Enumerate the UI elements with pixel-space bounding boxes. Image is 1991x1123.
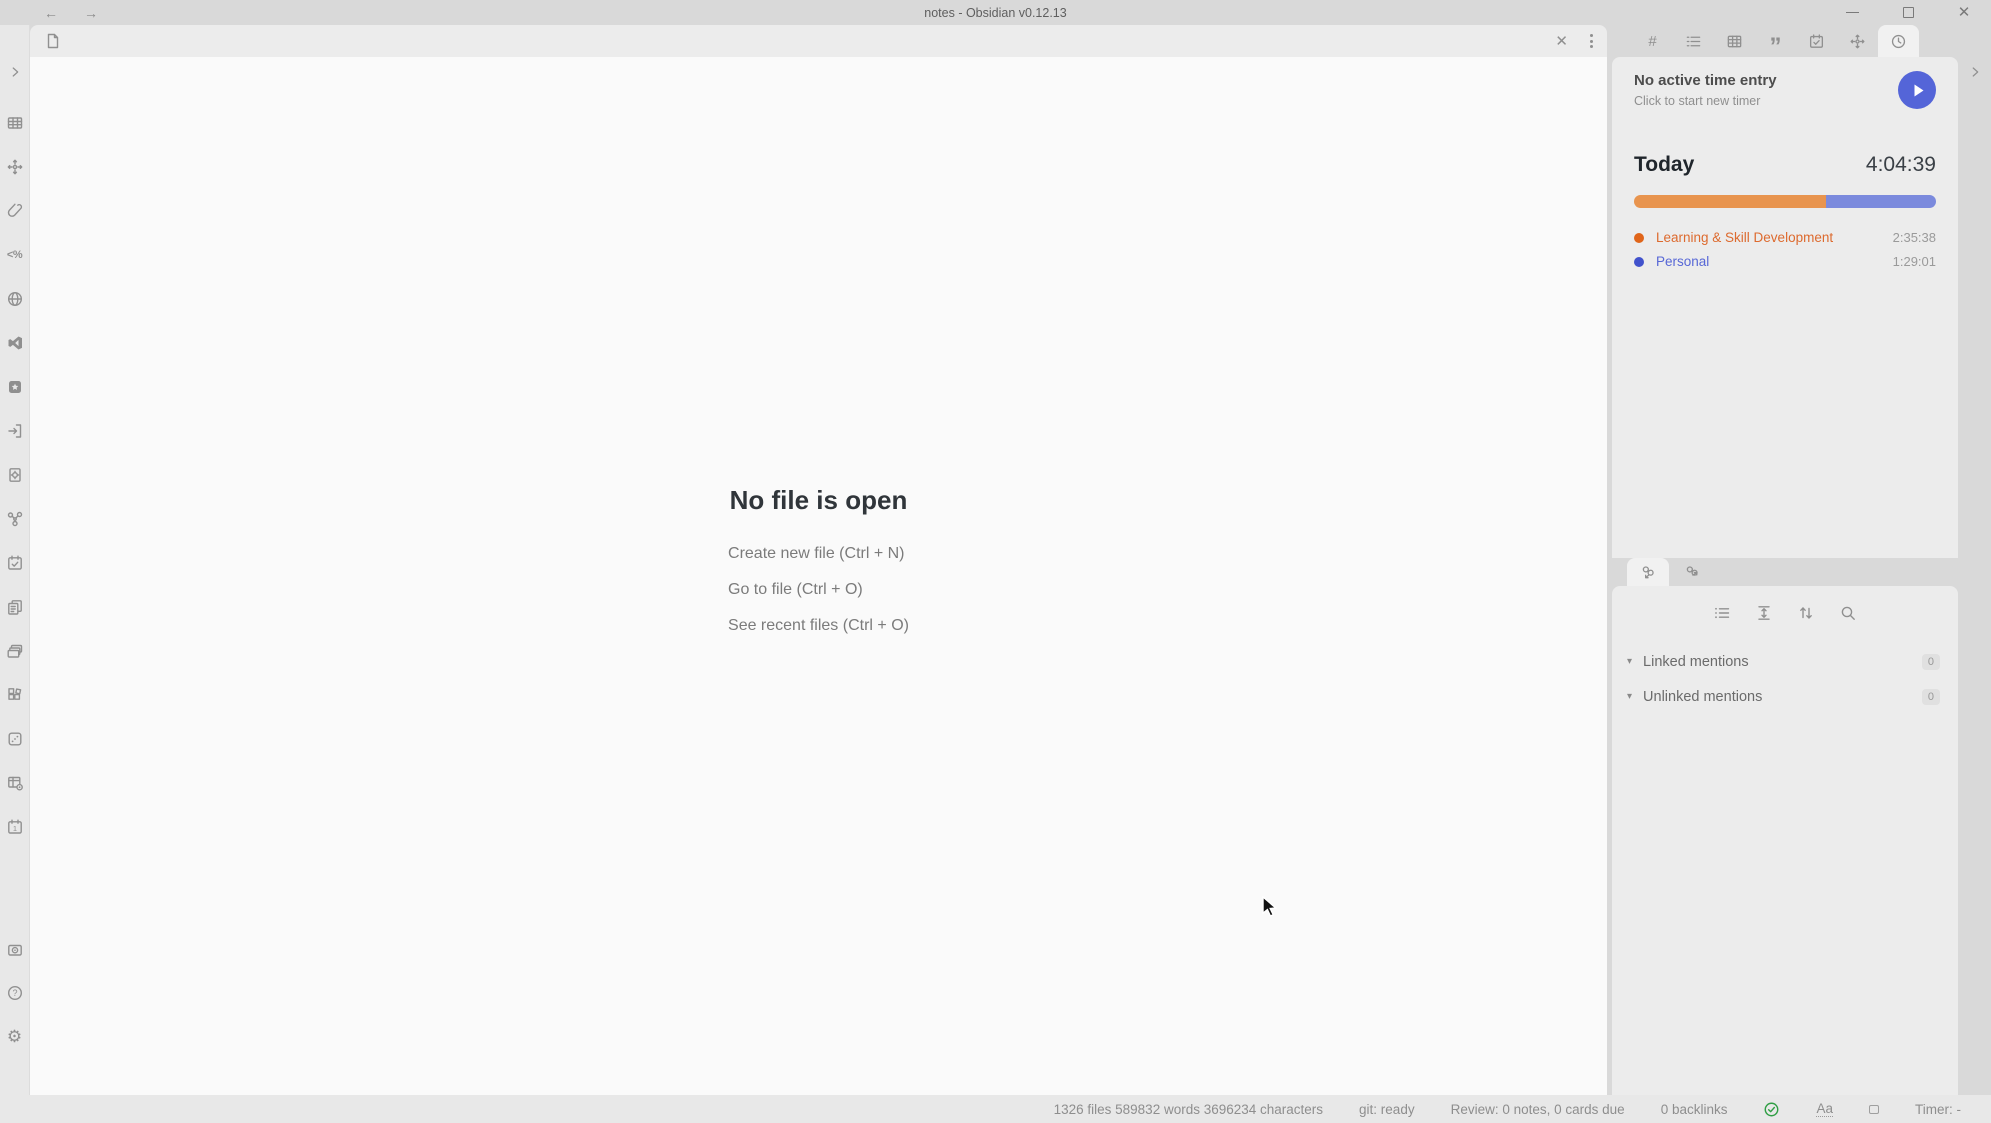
table-gear-icon[interactable] <box>6 774 24 792</box>
window-title: notes - Obsidian v0.12.13 <box>0 6 1991 20</box>
timer-status-subtitle[interactable]: Click to start new timer <box>1634 94 1898 108</box>
local-graph-icon[interactable] <box>6 158 24 176</box>
timer-status-title: No active time entry <box>1634 72 1898 89</box>
entry-time: 2:35:38 <box>1893 230 1936 245</box>
vscode-icon[interactable] <box>6 334 24 352</box>
paperclip-icon[interactable] <box>6 202 24 220</box>
sync-check-icon[interactable] <box>1763 1101 1780 1118</box>
progress-segment-personal <box>1826 195 1936 208</box>
unlinked-mentions-label: Unlinked mentions <box>1643 689 1922 705</box>
help-icon[interactable]: ? <box>6 984 24 1002</box>
puzzle-grid-icon[interactable] <box>6 686 24 704</box>
entry-dot <box>1634 257 1644 267</box>
globe-icon[interactable] <box>6 290 24 308</box>
font-toggle[interactable]: Aa <box>1816 1101 1833 1117</box>
sign-in-icon[interactable] <box>6 422 24 440</box>
search-icon[interactable] <box>1839 604 1857 622</box>
note-gear-icon[interactable] <box>6 466 24 484</box>
tab-table-icon[interactable] <box>1714 25 1755 57</box>
timer-entry-row[interactable]: Learning & Skill Development 2:35:38 <box>1634 230 1936 245</box>
tab-graph-icon[interactable] <box>1837 25 1878 57</box>
empty-state: No file is open Create new file (Ctrl + … <box>728 485 909 644</box>
maximize-button[interactable] <box>1895 3 1921 23</box>
card-stack-icon[interactable] <box>6 642 24 660</box>
minimize-button[interactable] <box>1839 3 1865 23</box>
left-ribbon: <% <box>0 25 30 1095</box>
sort-icon[interactable] <box>1797 604 1815 622</box>
review-status[interactable]: Review: 0 notes, 0 cards due <box>1451 1102 1625 1117</box>
svg-text:?: ? <box>12 988 17 998</box>
copy-files-icon[interactable] <box>6 598 24 616</box>
calendar-check-icon[interactable] <box>6 554 24 572</box>
create-new-file-link[interactable]: Create new file (Ctrl + N) <box>728 536 909 572</box>
vault-icon[interactable] <box>6 941 24 959</box>
close-button[interactable]: ✕ <box>1951 3 1977 23</box>
empty-state-heading: No file is open <box>730 485 908 516</box>
share-network-icon[interactable] <box>6 510 24 528</box>
collapse-right-sidebar-icon[interactable] <box>1966 63 1984 81</box>
workspace: <% <box>0 25 1991 1095</box>
close-pane-icon[interactable]: ✕ <box>1555 32 1568 50</box>
right-sidebar-tabbar: # ” <box>1612 25 1958 57</box>
document-icon <box>44 32 62 50</box>
collapse-caret-icon[interactable]: ▾ <box>1627 656 1632 667</box>
collapse-caret-icon[interactable]: ▾ <box>1627 691 1632 702</box>
right-collapse-strip <box>1958 25 1991 1095</box>
editor-body: No file is open Create new file (Ctrl + … <box>30 57 1607 1095</box>
expand-vertical-icon[interactable] <box>1755 604 1773 622</box>
backlinks-panel: ▾ Linked mentions 0 ▾ Unlinked mentions … <box>1612 586 1958 1095</box>
tab-outgoing-links-icon[interactable] <box>1671 558 1713 586</box>
dice-icon[interactable] <box>6 730 24 748</box>
entry-name[interactable]: Personal <box>1656 254 1893 269</box>
tab-backlinks-icon[interactable] <box>1627 558 1669 586</box>
backlinks-tabbar <box>1612 558 1958 586</box>
expand-sidebar-icon[interactable] <box>6 63 24 81</box>
tab-quote-icon[interactable]: ” <box>1755 25 1796 57</box>
statusbar: 1326 files 589832 words 3696234 characte… <box>0 1095 1991 1123</box>
file-stats: 1326 files 589832 words 3696234 characte… <box>1054 1102 1323 1117</box>
timer-panel: No active time entry Click to start new … <box>1612 57 1958 558</box>
tab-tags-icon[interactable]: # <box>1632 25 1673 57</box>
today-progress-bar <box>1634 195 1936 208</box>
go-to-file-link[interactable]: Go to file (Ctrl + O) <box>728 572 909 608</box>
templater-icon[interactable]: <% <box>6 246 24 264</box>
today-total-time: 4:04:39 <box>1866 153 1936 177</box>
progress-segment-learning <box>1634 195 1826 208</box>
tab-timer-icon[interactable] <box>1878 25 1919 57</box>
entry-dot <box>1634 233 1644 243</box>
editor-pane: ✕ No file is open Create new file (Ctrl … <box>30 25 1607 1095</box>
calendar-day-icon[interactable]: 1 <box>6 818 24 836</box>
linked-mentions-count: 0 <box>1922 654 1940 670</box>
unlinked-mentions-count: 0 <box>1922 689 1940 705</box>
entry-time: 1:29:01 <box>1893 254 1936 269</box>
settings-gear-icon[interactable]: ⚙ <box>6 1027 24 1045</box>
right-sidebar: # ” No active time entry Cl <box>1612 25 1958 1095</box>
backlinks-toolbar <box>1612 604 1958 622</box>
start-timer-button[interactable] <box>1898 71 1936 109</box>
editor-header: ✕ <box>30 25 1607 57</box>
box-star-icon[interactable] <box>6 378 24 396</box>
today-label: Today <box>1634 153 1866 177</box>
table-icon[interactable] <box>6 114 24 132</box>
svg-text:1: 1 <box>12 824 16 833</box>
git-status[interactable]: git: ready <box>1359 1102 1415 1117</box>
timer-entry-row[interactable]: Personal 1:29:01 <box>1634 254 1936 269</box>
titlebar: ← → notes - Obsidian v0.12.13 ✕ <box>0 0 1991 25</box>
see-recent-files-link[interactable]: See recent files (Ctrl + O) <box>728 608 909 644</box>
tab-calendar-icon[interactable] <box>1796 25 1837 57</box>
entry-name[interactable]: Learning & Skill Development <box>1656 230 1893 245</box>
unlinked-mentions-row[interactable]: ▾ Unlinked mentions 0 <box>1612 679 1958 714</box>
linked-mentions-row[interactable]: ▾ Linked mentions 0 <box>1612 644 1958 679</box>
tab-outline-icon[interactable] <box>1673 25 1714 57</box>
backlinks-count[interactable]: 0 backlinks <box>1661 1102 1728 1117</box>
timer-status[interactable]: Timer: - <box>1915 1102 1961 1117</box>
linked-mentions-label: Linked mentions <box>1643 654 1922 670</box>
more-options-icon[interactable] <box>1590 34 1593 48</box>
mode-indicator-icon[interactable] <box>1869 1105 1879 1114</box>
bullet-list-icon[interactable] <box>1713 604 1731 622</box>
